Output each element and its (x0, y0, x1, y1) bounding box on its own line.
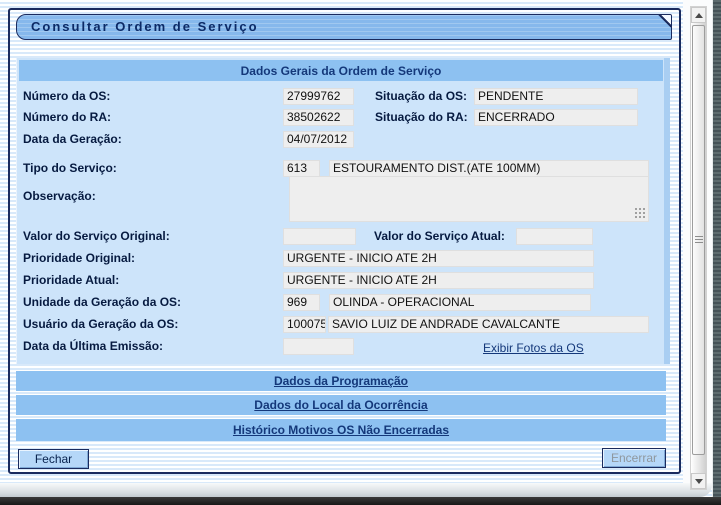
exibir-fotos-link[interactable]: Exibir Fotos da OS (483, 341, 584, 355)
label-prioridade-atual: Prioridade Atual: (23, 273, 119, 287)
field-data-geracao[interactable]: 04/07/2012 (283, 131, 354, 148)
field-unidade-codigo[interactable]: 969 (283, 294, 320, 311)
dialog-titlebar: Consultar Ordem de Serviço (16, 14, 672, 40)
field-situacao-os[interactable]: PENDENTE (474, 88, 638, 105)
field-data-ultima-emissao[interactable] (283, 338, 354, 355)
label-observacao: Observação: (23, 189, 96, 203)
scroll-up-button[interactable] (691, 7, 706, 23)
field-situacao-ra[interactable]: ENCERRADO (474, 109, 638, 126)
resize-grip-icon[interactable] (635, 208, 646, 219)
thumb-grip-icon (695, 236, 703, 244)
field-numero-os[interactable]: 27999762 (283, 88, 354, 105)
label-valor-original: Valor do Serviço Original: (23, 229, 170, 243)
section-dados-programacao[interactable]: Dados da Programação (16, 371, 666, 391)
section-local-ocorrencia[interactable]: Dados do Local da Ocorrência (16, 395, 666, 415)
label-situacao-os: Situação da OS: (375, 89, 467, 103)
arrow-up-icon (695, 13, 703, 18)
general-section-header: Dados Gerais da Ordem de Serviço (19, 60, 663, 81)
field-prioridade-atual[interactable]: URGENTE - INICIO ATE 2H (283, 272, 594, 289)
field-numero-ra[interactable]: 38502622 (283, 109, 354, 126)
field-prioridade-original[interactable]: URGENTE - INICIO ATE 2H (283, 250, 594, 267)
field-valor-atual[interactable] (516, 228, 593, 245)
titlebar-corner-decoration (651, 15, 671, 35)
screen: Consultar Ordem de Serviço Dados Gerais … (0, 0, 721, 505)
window-right-edge (712, 0, 721, 497)
encerrar-button[interactable]: Encerrar (602, 448, 666, 468)
general-data-panel: Dados Gerais da Ordem de Serviço Número … (16, 58, 670, 364)
scrollbar-thumb[interactable] (692, 25, 705, 455)
field-usuario-codigo[interactable]: 100075 (283, 316, 326, 333)
label-usuario-geracao: Usuário da Geração da OS: (23, 317, 178, 331)
label-situacao-ra: Situação do RA: (375, 110, 468, 124)
field-usuario-nome[interactable]: SAVIO LUIZ DE ANDRADE CAVALCANTE (328, 316, 649, 333)
field-observacao[interactable] (289, 176, 649, 222)
field-unidade-descricao[interactable]: OLINDA - OPERACIONAL (329, 294, 591, 311)
consultar-os-dialog: Consultar Ordem de Serviço Dados Gerais … (8, 8, 681, 474)
dialog-title: Consultar Ordem de Serviço (31, 19, 259, 34)
label-data-geracao: Data da Geração: (23, 132, 122, 146)
label-valor-atual: Valor do Serviço Atual: (374, 229, 505, 243)
arrow-down-icon (695, 479, 703, 484)
label-tipo-servico: Tipo do Serviço: (23, 161, 117, 175)
vertical-scrollbar[interactable] (690, 6, 707, 490)
scroll-down-button[interactable] (691, 473, 706, 489)
section-local-ocorrencia-label: Dados do Local da Ocorrência (254, 398, 427, 412)
label-prioridade-original: Prioridade Original: (23, 251, 135, 265)
fechar-button[interactable]: Fechar (18, 449, 89, 469)
field-tipo-servico-codigo[interactable]: 613 (283, 160, 320, 177)
label-data-ultima-emissao: Data da Última Emissão: (23, 339, 163, 353)
taskbar-edge (0, 497, 721, 505)
label-numero-ra: Número do RA: (23, 110, 111, 124)
section-historico-motivos[interactable]: Histórico Motivos OS Não Encerradas (16, 419, 666, 441)
section-historico-motivos-label: Histórico Motivos OS Não Encerradas (233, 423, 449, 437)
label-numero-os: Número da OS: (23, 89, 110, 103)
field-valor-original[interactable] (283, 228, 356, 245)
window-bottom-frame (0, 483, 712, 497)
label-unidade-geracao: Unidade da Geração da OS: (23, 295, 181, 309)
section-dados-programacao-label: Dados da Programação (274, 374, 408, 388)
field-tipo-servico-descricao[interactable]: ESTOURAMENTO DIST.(ATE 100MM) (329, 160, 649, 177)
